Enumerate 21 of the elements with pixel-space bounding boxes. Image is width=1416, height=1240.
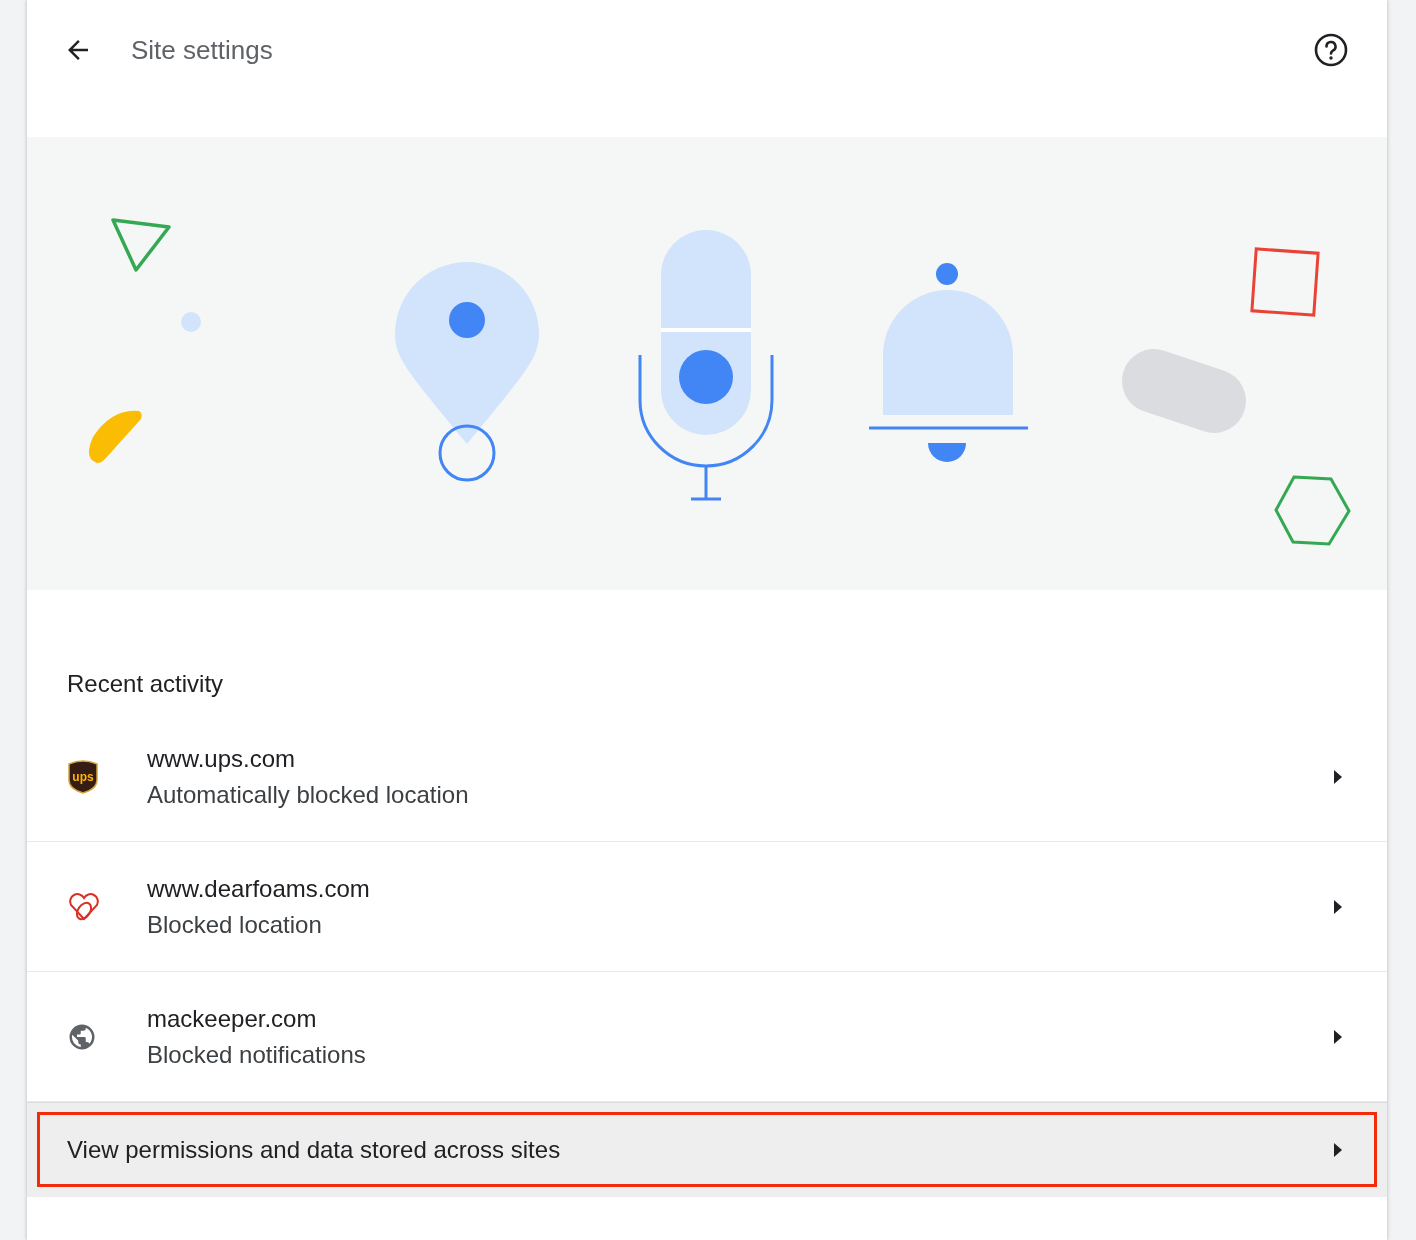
microphone-icon [638,230,774,501]
caret-icon [1333,898,1343,915]
site-domain: mackeeper.com [147,1004,318,1033]
caret-icon [1333,1142,1343,1158]
heart-icon [67,891,101,922]
caret-icon [1333,1028,1343,1045]
help-button[interactable] [1313,32,1349,68]
section-heading: Recent activity [67,670,225,699]
site-domain: www.dearfoams.com [147,874,371,903]
site-status: Blocked location [147,910,323,939]
site-row[interactable]: www.dearfoams.com Blocked location [27,842,1387,972]
site-row[interactable]: ups www.ups.com Automatically blocked location [27,712,1387,842]
site-domain: www.ups.com [147,744,297,773]
site-status: Automatically blocked location [147,780,470,809]
site-status: Blocked notifications [147,1040,367,1069]
caret-icon [1333,768,1343,785]
bell-icon [869,263,1028,462]
shield-logo-icon: ups [67,759,99,794]
permissions-link-row[interactable]: View permissions and data stored across sites [27,1102,1387,1197]
page-title: Site settings [131,34,273,66]
location-pin-icon [395,262,539,482]
